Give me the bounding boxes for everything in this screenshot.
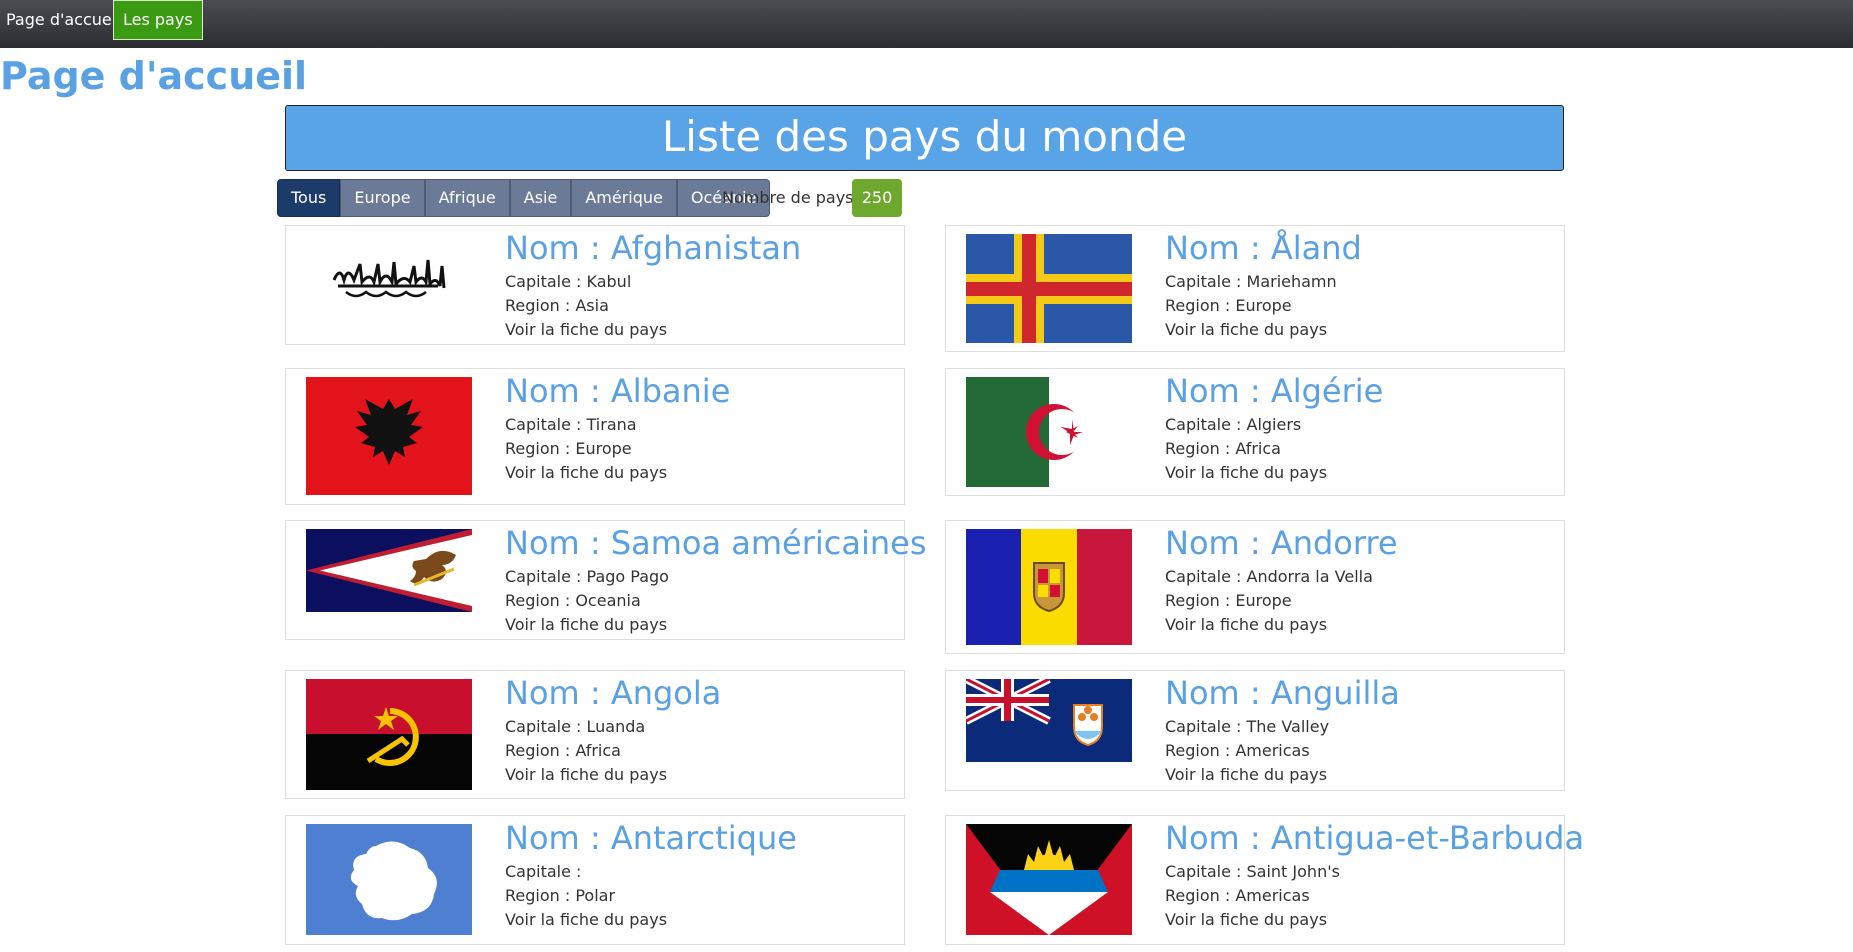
country-region: Region : Europe (505, 439, 632, 458)
country-card-antarctica: Nom : Antarctique Capitale : Region : Po… (285, 815, 905, 945)
country-region: Region : Africa (505, 741, 621, 760)
country-details-link[interactable]: Voir la fiche du pays (505, 613, 896, 637)
angola-flag-icon (306, 679, 472, 790)
country-count-label: Nombre de pays : (722, 188, 864, 207)
country-region: Region : Oceania (505, 591, 641, 610)
country-details-link[interactable]: Voir la fiche du pays (505, 908, 896, 932)
country-card-angola: Nom : Angola Capitale : Luanda Region : … (285, 670, 905, 799)
country-capital: Capitale : Algiers (1165, 415, 1302, 434)
country-card-andorra: Nom : Andorre Capitale : Andorra la Vell… (945, 520, 1565, 654)
filter-all-button[interactable]: Tous (277, 179, 341, 217)
country-name: Nom : Anguilla (1165, 674, 1400, 712)
country-name: Nom : Åland (1165, 229, 1362, 267)
country-capital: Capitale : Tirana (505, 415, 637, 434)
country-card-afghanistan: Nom : Afghanistan Capitale : Kabul Regio… (285, 225, 905, 345)
antigua-barbuda-flag-icon (966, 824, 1132, 935)
country-name: Nom : Antarctique (505, 819, 797, 857)
afghanistan-flag-icon (306, 234, 472, 330)
country-region: Region : Africa (1165, 439, 1281, 458)
country-name: Nom : Samoa américaines (505, 524, 927, 562)
country-capital: Capitale : Mariehamn (1165, 272, 1337, 291)
country-region: Region : Europe (1165, 591, 1292, 610)
country-details-link[interactable]: Voir la fiche du pays (1165, 613, 1556, 637)
country-name: Nom : Albanie (505, 372, 731, 410)
region-filter-group: Tous Europe Afrique Asie Amérique Océani… (277, 179, 771, 217)
country-region: Region : Americas (1165, 741, 1310, 760)
antarctica-flag-icon (306, 824, 472, 935)
page-title: Page d'accueil (0, 54, 308, 98)
country-name: Nom : Angola (505, 674, 722, 712)
nav-link-countries[interactable]: Les pays (113, 0, 203, 40)
country-details-link[interactable]: Voir la fiche du pays (505, 461, 896, 485)
nav-link-home[interactable]: Page d'accueil (0, 0, 127, 40)
country-name: Nom : Antigua-et-Barbuda (1165, 819, 1585, 857)
country-details-link[interactable]: Voir la fiche du pays (505, 763, 896, 787)
country-region: Region : Asia (505, 296, 609, 315)
country-region: Region : Polar (505, 886, 616, 905)
country-details-link[interactable]: Voir la fiche du pays (1165, 318, 1556, 342)
country-name: Nom : Algérie (1165, 372, 1384, 410)
andorra-flag-icon (966, 529, 1132, 645)
country-details-link[interactable]: Voir la fiche du pays (1165, 461, 1556, 485)
filter-europe-button[interactable]: Europe (340, 179, 425, 217)
country-capital: Capitale : Pago Pago (505, 567, 669, 586)
filter-africa-button[interactable]: Afrique (424, 179, 510, 217)
country-card-aland: Nom : Åland Capitale : Mariehamn Region … (945, 225, 1565, 352)
albania-flag-icon (306, 377, 472, 495)
country-capital: Capitale : (505, 862, 582, 881)
country-capital: Capitale : Andorra la Vella (1165, 567, 1373, 586)
country-card-anguilla: Nom : Anguilla Capitale : The Valley Reg… (945, 670, 1565, 791)
filter-asia-button[interactable]: Asie (509, 179, 572, 217)
aland-flag-icon (966, 234, 1132, 343)
american-samoa-flag-icon (306, 529, 472, 612)
country-capital: Capitale : Luanda (505, 717, 646, 736)
country-capital: Capitale : The Valley (1165, 717, 1330, 736)
country-region: Region : Europe (1165, 296, 1292, 315)
anguilla-flag-icon (966, 679, 1132, 762)
country-name: Nom : Andorre (1165, 524, 1398, 562)
country-capital: Capitale : Kabul (505, 272, 632, 291)
list-banner: Liste des pays du monde (285, 105, 1564, 171)
country-details-link[interactable]: Voir la fiche du pays (505, 318, 896, 342)
country-count-badge: 250 (852, 179, 902, 217)
top-navbar: Page d'accueil Les pays (0, 0, 1853, 48)
country-name: Nom : Afghanistan (505, 229, 802, 267)
country-details-link[interactable]: Voir la fiche du pays (1165, 763, 1556, 787)
country-capital: Capitale : Saint John's (1165, 862, 1340, 881)
country-card-antigua-barbuda: Nom : Antigua-et-Barbuda Capitale : Sain… (945, 815, 1585, 945)
country-card-albania: Nom : Albanie Capitale : Tirana Region :… (285, 368, 905, 505)
country-region: Region : Americas (1165, 886, 1310, 905)
country-card-american-samoa: Nom : Samoa américaines Capitale : Pago … (285, 520, 927, 640)
algeria-flag-icon (966, 377, 1132, 487)
country-card-algeria: Nom : Algérie Capitale : Algiers Region … (945, 368, 1565, 496)
filter-america-button[interactable]: Amérique (571, 179, 677, 217)
country-details-link[interactable]: Voir la fiche du pays (1165, 908, 1556, 932)
